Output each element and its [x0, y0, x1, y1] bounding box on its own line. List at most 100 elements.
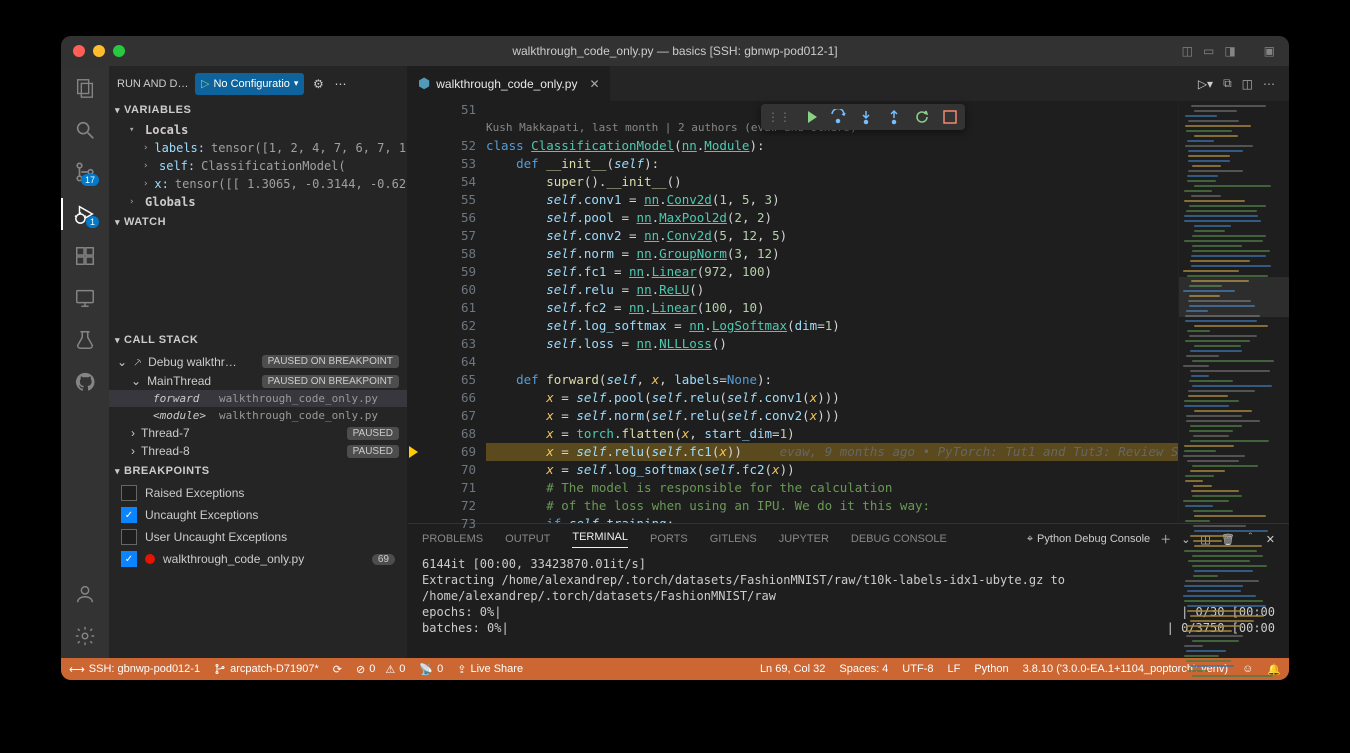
source-control-icon[interactable]: 17	[73, 160, 97, 184]
panel: PROBLEMS OUTPUT TERMINAL PORTS GITLENS JUPYTE…	[408, 523, 1289, 658]
callstack-thread[interactable]: ›Thread-8PAUSED	[109, 442, 407, 460]
variable-row[interactable]: ›self: ClassificationModel(	[109, 157, 407, 175]
status-bar: ⟷ SSH: gbnwp-pod012-1 arcpatch-D71907* ⟳…	[61, 658, 1289, 680]
more-icon[interactable]: ⋯	[332, 77, 348, 91]
toggle-secondary-sidebar-icon[interactable]: ◨	[1224, 44, 1235, 58]
gear-icon[interactable]: ⚙	[310, 77, 326, 91]
variables-section-header[interactable]: ▾VARIABLES	[109, 101, 407, 119]
toolbar-grip-icon[interactable]: ⋮⋮	[767, 110, 791, 124]
window-zoom-dot[interactable]	[113, 45, 125, 57]
watch-empty-area[interactable]	[109, 231, 407, 331]
tab-filename: walkthrough_code_only.py	[436, 77, 577, 91]
toggle-panel-icon[interactable]: ◫	[1182, 44, 1193, 58]
scm-badge: 17	[81, 174, 99, 186]
vscode-window: walkthrough_code_only.py — basics [SSH: …	[61, 36, 1289, 680]
breakpoint-user-uncaught-exceptions[interactable]: User Uncaught Exceptions	[109, 526, 407, 548]
settings-gear-icon[interactable]	[73, 624, 97, 648]
extensions-icon[interactable]	[73, 244, 97, 268]
diff-icon[interactable]: ⧉	[1223, 76, 1232, 91]
window-title: walkthrough_code_only.py — basics [SSH: …	[61, 44, 1289, 58]
debug-sidebar: RUN AND DE… ▷ No Configuratio ▾ ⚙ ⋯ ▾VAR…	[109, 66, 408, 658]
panel-tabs: PROBLEMS OUTPUT TERMINAL PORTS GITLENS JUPYTE…	[408, 524, 1289, 554]
callstack-frame[interactable]: <module>walkthrough_code_only.py	[109, 407, 407, 424]
callstack-session[interactable]: ⌄⸕Debug walkthr…PAUSED ON BREAKPOINT	[109, 351, 407, 372]
git-branch-indicator[interactable]: arcpatch-D71907*	[214, 663, 319, 675]
feedback-icon[interactable]: ☺	[1242, 663, 1253, 675]
close-panel-icon[interactable]: ✕	[1266, 533, 1275, 546]
code-editor[interactable]: 5152535455565758596061626364656667686970…	[408, 101, 1178, 523]
panel-tab-ports[interactable]: PORTS	[650, 533, 688, 545]
problems-indicator[interactable]: ⊘ 0 ⚠ 0	[356, 663, 405, 676]
debug-toolbar[interactable]: ⋮⋮	[761, 104, 965, 130]
python-file-icon: ⬢	[418, 75, 430, 92]
panel-tab-output[interactable]: OUTPUT	[505, 533, 550, 545]
breakpoint-dot-icon	[145, 554, 155, 564]
panel-tab-gitlens[interactable]: GITLENS	[710, 533, 757, 545]
debug-alt-icon: ⌖	[1027, 533, 1033, 546]
step-over-button[interactable]	[829, 108, 847, 126]
config-label: No Configuratio	[213, 78, 289, 90]
variable-row[interactable]: ›labels: tensor([1, 2, 4, 7, 6, 7, 1, 7,…	[109, 139, 407, 157]
split-editor-icon[interactable]: ◫	[1242, 77, 1253, 91]
remote-explorer-icon[interactable]	[73, 286, 97, 310]
explorer-icon[interactable]	[73, 76, 97, 100]
minimap[interactable]	[1178, 101, 1289, 523]
debug-badge: 1	[86, 216, 99, 228]
variable-row[interactable]: ›x: tensor([[ 1.3065, -0.3144, -0.6283, …	[109, 175, 407, 193]
breakpoint-raised-exceptions[interactable]: Raised Exceptions	[109, 482, 407, 504]
scope-globals[interactable]: ›Globals	[109, 193, 407, 211]
encoding-indicator[interactable]: UTF-8	[902, 663, 933, 675]
breakpoint-uncaught-exceptions[interactable]: ✓Uncaught Exceptions	[109, 504, 407, 526]
panel-tab-debug-console[interactable]: DEBUG CONSOLE	[851, 533, 947, 545]
callstack-thread-main[interactable]: ⌄MainThreadPAUSED ON BREAKPOINT	[109, 372, 407, 390]
cursor-position[interactable]: Ln 69, Col 32	[760, 663, 825, 675]
live-share-indicator[interactable]: ⇪ Live Share	[457, 663, 523, 676]
minimap-viewport[interactable]	[1179, 277, 1289, 317]
callstack-thread[interactable]: ›Thread-7PAUSED	[109, 424, 407, 442]
restart-button[interactable]	[913, 108, 931, 126]
language-mode[interactable]: Python	[974, 663, 1008, 675]
terminal-output[interactable]: 6144it [00:00, 33423870.01it/s]Extractin…	[408, 554, 1289, 658]
window-close-dot[interactable]	[73, 45, 85, 57]
testing-icon[interactable]	[73, 328, 97, 352]
stop-button[interactable]	[941, 108, 959, 126]
breakpoints-section-header[interactable]: ▾BREAKPOINTS	[109, 462, 407, 480]
continue-button[interactable]	[801, 108, 819, 126]
run-debug-icon[interactable]: 1	[73, 202, 97, 226]
more-actions-icon[interactable]: ⋯	[1263, 77, 1275, 91]
sync-indicator[interactable]: ⟳	[333, 663, 342, 676]
step-into-button[interactable]	[857, 108, 875, 126]
editor-area: ⬢ walkthrough_code_only.py ✕ ▷▾ ⧉ ◫ ⋯ 51…	[408, 66, 1289, 658]
callstack-frame[interactable]: forwardwalkthrough_code_only.py	[109, 390, 407, 407]
step-out-button[interactable]	[885, 108, 903, 126]
activity-bar: 17 1	[61, 66, 109, 658]
customize-layout-icon[interactable]: ▣	[1264, 44, 1275, 58]
eol-indicator[interactable]: LF	[947, 663, 960, 675]
callstack-section-header[interactable]: ▾CALL STACK	[109, 331, 407, 349]
panel-tab-problems[interactable]: PROBLEMS	[422, 533, 483, 545]
remote-indicator[interactable]: ⟷ SSH: gbnwp-pod012-1	[69, 663, 200, 676]
titlebar: walkthrough_code_only.py — basics [SSH: …	[61, 36, 1289, 66]
toggle-sidebar-icon[interactable]: ▭	[1203, 44, 1214, 58]
editor-tabs: ⬢ walkthrough_code_only.py ✕ ▷▾ ⧉ ◫ ⋯	[408, 66, 1289, 101]
debug-config-dropdown[interactable]: ▷ No Configuratio ▾	[195, 73, 304, 95]
close-tab-icon[interactable]: ✕	[589, 77, 599, 91]
scope-locals[interactable]: ▾Locals	[109, 121, 407, 139]
breakpoint-file-row[interactable]: ✓walkthrough_code_only.py69	[109, 548, 407, 570]
terminal-profile-dropdown[interactable]: ⌖Python Debug Console	[1027, 533, 1150, 546]
search-icon[interactable]	[73, 118, 97, 142]
ports-indicator[interactable]: 📡 0	[419, 663, 443, 676]
github-icon[interactable]	[73, 370, 97, 394]
sidebar-title: RUN AND DE…	[117, 78, 189, 90]
watch-section-header[interactable]: ▾WATCH	[109, 213, 407, 231]
editor-tab[interactable]: ⬢ walkthrough_code_only.py ✕	[408, 66, 611, 101]
panel-tab-jupyter[interactable]: JUPYTER	[779, 533, 829, 545]
accounts-icon[interactable]	[73, 582, 97, 606]
terminal-dropdown-icon[interactable]: ⌄	[1181, 533, 1190, 546]
run-dropdown-icon[interactable]: ▷▾	[1198, 77, 1213, 91]
panel-tab-terminal[interactable]: TERMINAL	[572, 531, 628, 548]
notifications-icon[interactable]: 🔔	[1267, 663, 1281, 676]
new-terminal-icon[interactable]: ＋	[1160, 531, 1171, 547]
indentation-indicator[interactable]: Spaces: 4	[839, 663, 888, 675]
window-minimize-dot[interactable]	[93, 45, 105, 57]
